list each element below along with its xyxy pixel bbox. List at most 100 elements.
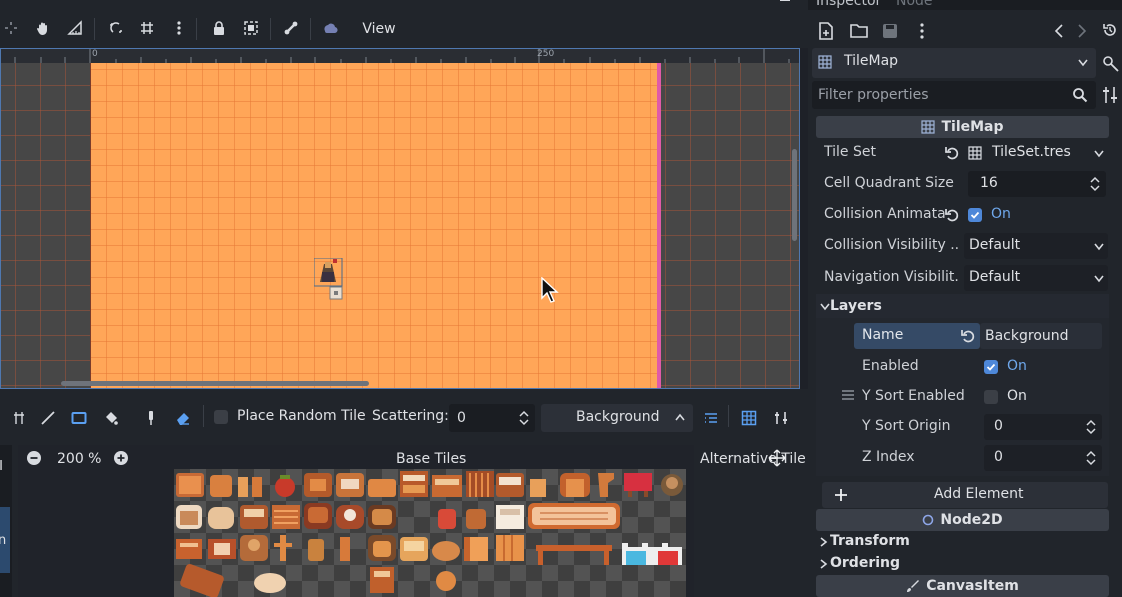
tab-inspector[interactable]: Inspector — [816, 0, 881, 9]
scattering-field[interactable] — [449, 404, 535, 432]
property-tools-icon[interactable] — [1102, 86, 1118, 104]
drag-handle-icon[interactable] — [842, 389, 854, 401]
add-element-label: Add Element — [934, 486, 1024, 502]
dock-tabs: Inspector Node — [808, 0, 1122, 10]
side-tab-fragment-2: n — [0, 533, 7, 548]
tilemap-canvas[interactable] — [1, 63, 799, 388]
inspector-panel: Inspector Node TileMap Filter properties… — [808, 0, 1122, 597]
chevron-right-icon — [820, 537, 828, 547]
y-sort-enabled-label: Y Sort Enabled — [862, 388, 965, 404]
history-forward-icon[interactable] — [1077, 23, 1087, 39]
grid-snap-icon[interactable] — [134, 14, 160, 42]
open-folder-icon[interactable] — [850, 23, 868, 39]
node-type-select[interactable]: TileMap — [812, 48, 1096, 78]
name-label-highlight: Name — [854, 323, 980, 349]
y-sort-origin-field[interactable]: 0 — [984, 414, 1102, 440]
zoom-level[interactable]: 200 % — [57, 451, 101, 467]
more-options-icon[interactable] — [916, 23, 928, 39]
name-field[interactable]: Background — [980, 323, 1102, 349]
object-history-icon[interactable] — [1102, 22, 1118, 38]
save-icon[interactable] — [882, 23, 898, 39]
ordering-group-header[interactable]: Ordering — [816, 554, 1109, 574]
canvas-viewport[interactable]: 0 250 — [0, 48, 800, 389]
spin-arrows-icon[interactable] — [1086, 450, 1096, 466]
scattering-input[interactable] — [457, 409, 512, 427]
enabled-checkbox[interactable] — [984, 360, 998, 374]
y-sort-origin-label: Y Sort Origin — [862, 418, 951, 434]
spin-arrows-icon[interactable] — [1090, 176, 1100, 192]
tileset-resource-icon — [968, 146, 982, 160]
select-tool-icon[interactable] — [8, 407, 30, 429]
node-settings-icon[interactable] — [1102, 54, 1120, 72]
revert-icon[interactable] — [960, 328, 976, 344]
view-menu-button[interactable]: View — [360, 17, 398, 41]
ordering-group-label: Ordering — [830, 555, 901, 571]
group-icon[interactable] — [238, 14, 264, 42]
transform-group-header[interactable]: Transform — [816, 532, 1109, 552]
player-sprite[interactable] — [314, 258, 346, 302]
vertical-scrollbar[interactable] — [792, 149, 797, 241]
z-index-label: Z Index — [862, 449, 915, 465]
spin-arrows-icon[interactable] — [1086, 419, 1096, 435]
distraction-free-icon[interactable] — [778, 0, 792, 6]
random-tile-checkbox[interactable] — [214, 410, 228, 424]
collision-animatable-checkbox[interactable] — [968, 208, 982, 222]
collision-visibility-dropdown[interactable]: Default — [964, 233, 1108, 259]
section-node2d-label: Node2D — [940, 512, 1003, 528]
ruler-label-250: 250 — [537, 49, 555, 59]
zoom-in-icon[interactable] — [113, 450, 129, 466]
search-icon — [1073, 88, 1088, 103]
revert-icon[interactable] — [944, 145, 960, 161]
bucket-tool-icon[interactable] — [100, 407, 122, 429]
spin-arrows-icon[interactable] — [519, 410, 529, 426]
more-icon[interactable] — [166, 14, 192, 42]
pan-icon[interactable] — [30, 14, 56, 42]
tools-icon[interactable] — [770, 407, 792, 429]
tilemap-section-icon — [921, 120, 936, 134]
brush-icon — [907, 580, 920, 592]
section-node2d[interactable]: Node2D — [816, 509, 1109, 531]
mouse-cursor — [541, 277, 559, 303]
y-sort-enabled-value: On — [1007, 388, 1027, 404]
zoom-out-icon[interactable] — [26, 450, 42, 466]
navigation-visibility-value: Default — [969, 269, 1021, 285]
cell-quadrant-size-value: 16 — [980, 175, 998, 191]
tileset-atlas[interactable] — [174, 469, 686, 597]
tilemap-panel: Place Random Tile Scattering: Background… — [0, 389, 808, 597]
move-handle-icon[interactable] — [768, 449, 786, 467]
history-back-icon[interactable] — [1054, 23, 1064, 39]
picker-tool-icon[interactable] — [140, 407, 162, 429]
layer-select[interactable]: Background — [541, 404, 693, 432]
ruler-icon[interactable] — [62, 14, 88, 42]
y-sort-enabled-checkbox[interactable] — [984, 390, 998, 404]
tab-node[interactable]: Node — [896, 0, 933, 9]
name-label: Name — [862, 327, 904, 343]
collision-animatable-value: On — [991, 206, 1011, 222]
add-element-button[interactable]: Add Element — [822, 482, 1108, 508]
filter-properties-input[interactable] — [818, 86, 1058, 104]
z-index-field[interactable]: 0 — [984, 445, 1102, 471]
skeleton-icon[interactable] — [278, 14, 304, 42]
layer-list-icon[interactable] — [700, 407, 722, 429]
revert-icon[interactable] — [944, 207, 960, 223]
cell-quadrant-size-field[interactable]: 16 — [968, 171, 1106, 197]
navigation-visibility-label: Navigation Visibilit... — [824, 269, 960, 285]
grid-toggle-icon[interactable] — [738, 407, 760, 429]
meshes-icon[interactable] — [317, 14, 343, 42]
rect-tool-icon[interactable] — [68, 407, 90, 429]
filter-properties[interactable] — [812, 81, 1096, 109]
lock-icon[interactable] — [206, 14, 232, 42]
tile-set-resource-picker[interactable]: TileSet.tres — [966, 140, 1106, 166]
horizontal-scrollbar[interactable] — [61, 381, 369, 386]
chevron-down-icon — [1078, 59, 1088, 67]
line-tool-icon[interactable] — [37, 407, 59, 429]
select-icon[interactable] — [0, 14, 24, 42]
eraser-tool-icon[interactable] — [172, 407, 194, 429]
section-canvasitem[interactable]: CanvasItem — [816, 575, 1109, 597]
navigation-visibility-dropdown[interactable]: Default — [964, 265, 1108, 291]
section-tilemap[interactable]: TileMap — [816, 116, 1109, 138]
new-resource-icon[interactable] — [818, 22, 834, 40]
smart-snap-icon[interactable] — [103, 14, 129, 42]
layers-group-header[interactable]: Layers — [816, 294, 1109, 318]
ruler-label-0: 0 — [92, 49, 98, 59]
